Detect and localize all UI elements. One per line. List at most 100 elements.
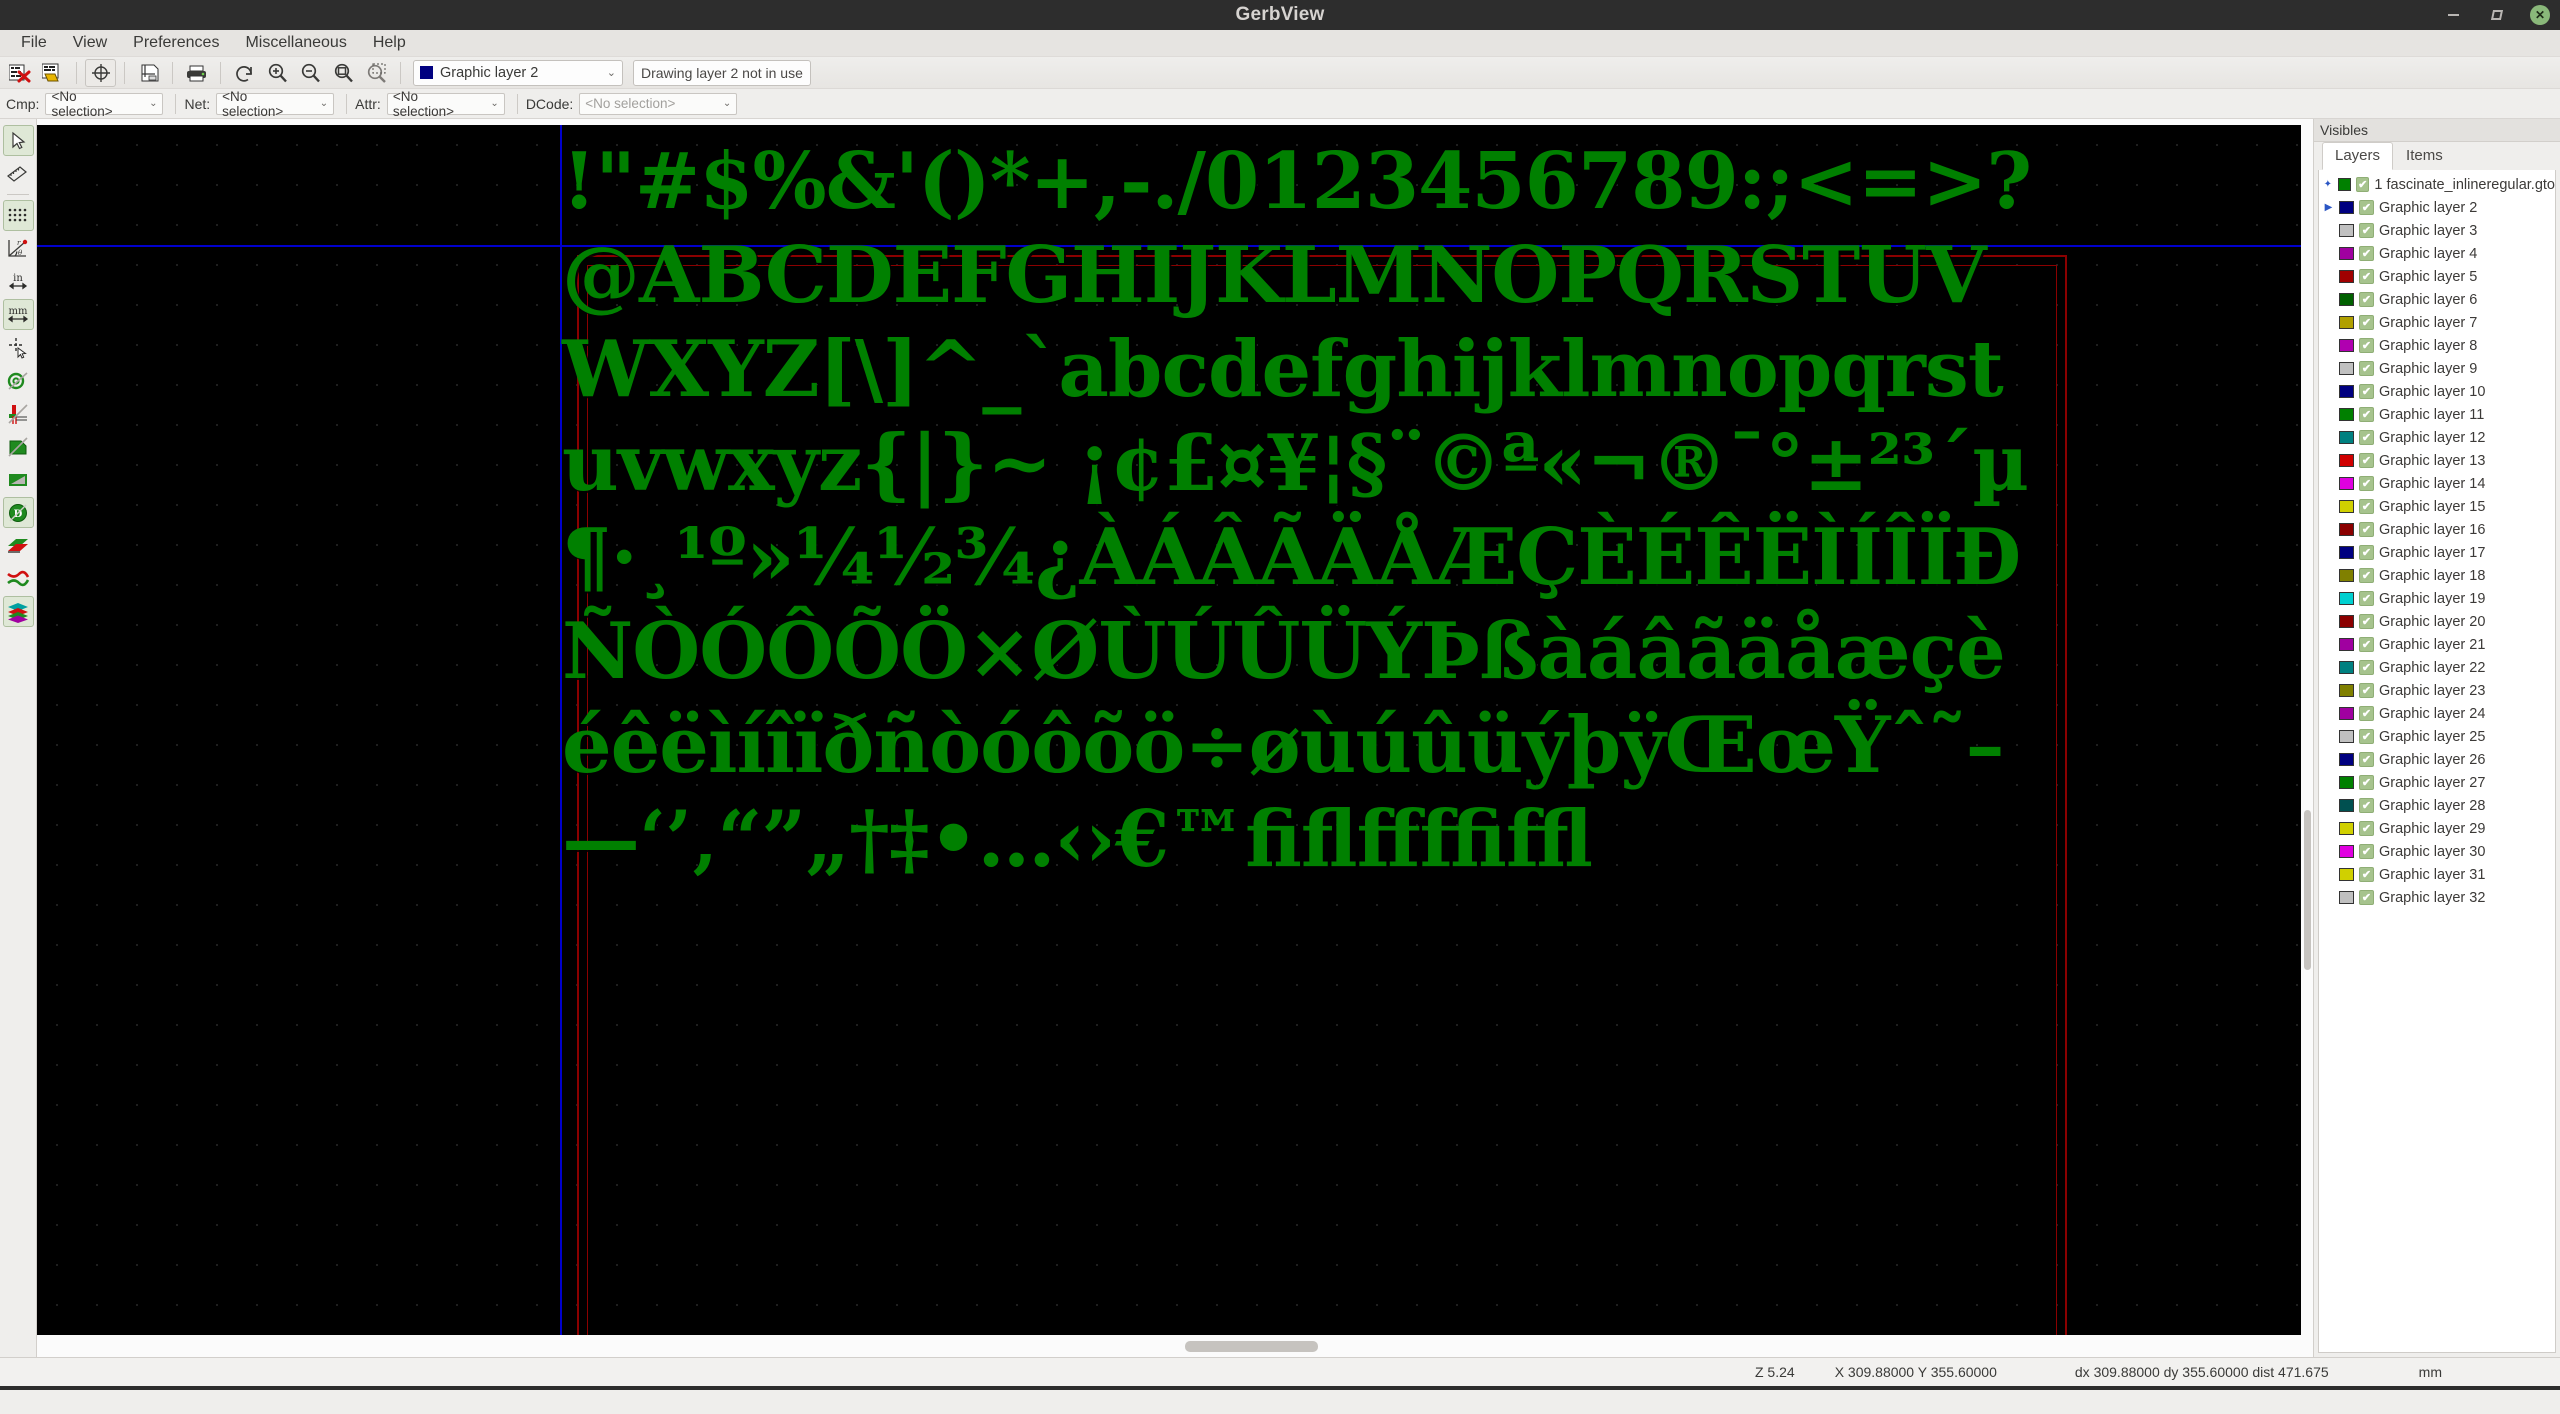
negative-objects-icon[interactable] — [3, 464, 34, 495]
layer-visibility-checkbox[interactable]: ✔ — [2359, 269, 2374, 284]
layer-row[interactable]: ✔ Graphic layer 4 — [2319, 242, 2555, 265]
layer-row[interactable]: ✔ Graphic layer 10 — [2319, 380, 2555, 403]
layers-list[interactable]: ✦ ✔ 1 fascinate_inlineregular.gto ▶ ✔ Graphic… — [2318, 170, 2556, 1353]
layer-color-swatch[interactable] — [2339, 845, 2354, 858]
canvas-horizontal-scrollbar[interactable] — [37, 1335, 2313, 1357]
layers-manager-icon[interactable] — [2, 596, 34, 627]
clear-layers-icon[interactable] — [4, 59, 35, 87]
layer-color-swatch[interactable] — [2339, 224, 2354, 237]
close-button[interactable]: ✕ — [2530, 5, 2550, 25]
layer-color-swatch[interactable] — [2339, 891, 2354, 904]
layer-color-swatch[interactable] — [2339, 362, 2354, 375]
menu-preferences[interactable]: Preferences — [120, 31, 232, 55]
layer-row[interactable]: ✔ Graphic layer 18 — [2319, 564, 2555, 587]
layer-row[interactable]: ✔ Graphic layer 29 — [2319, 817, 2555, 840]
layer-color-swatch[interactable] — [2337, 178, 2352, 191]
layer-visibility-checkbox[interactable]: ✔ — [2359, 545, 2374, 560]
layer-visibility-checkbox[interactable]: ✔ — [2359, 568, 2374, 583]
layer-row[interactable]: ✔ Graphic layer 32 — [2319, 886, 2555, 909]
layer-color-swatch[interactable] — [2339, 431, 2354, 444]
layer-visibility-checkbox[interactable]: ✔ — [2359, 591, 2374, 606]
layer-visibility-checkbox[interactable]: ✔ — [2359, 246, 2374, 261]
layer-visibility-checkbox[interactable]: ✔ — [2359, 430, 2374, 445]
layer-row[interactable]: ✦ ✔ 1 fascinate_inlineregular.gto — [2319, 173, 2555, 196]
layer-visibility-checkbox[interactable]: ✔ — [2359, 706, 2374, 721]
layer-color-swatch[interactable] — [2339, 500, 2354, 513]
layer-visibility-checkbox[interactable]: ✔ — [2359, 752, 2374, 767]
menu-help[interactable]: Help — [360, 31, 419, 55]
refresh-view-icon[interactable] — [85, 58, 116, 87]
layer-visibility-checkbox[interactable]: ✔ — [2359, 200, 2374, 215]
layer-color-swatch[interactable] — [2339, 822, 2354, 835]
layer-visibility-checkbox[interactable]: ✔ — [2359, 890, 2374, 905]
page-settings-icon[interactable] — [133, 59, 164, 87]
layer-color-swatch[interactable] — [2339, 753, 2354, 766]
layer-color-swatch[interactable] — [2339, 638, 2354, 651]
attr-select[interactable]: <No selection> ⌄ — [386, 89, 505, 119]
layer-visibility-checkbox[interactable]: ✔ — [2359, 407, 2374, 422]
tab-layers[interactable]: Layers — [2322, 142, 2394, 170]
layer-visibility-checkbox[interactable]: ✔ — [2359, 683, 2374, 698]
layer-row[interactable]: ✔ Graphic layer 13 — [2319, 449, 2555, 472]
layer-color-swatch[interactable] — [2339, 247, 2354, 260]
layer-row[interactable]: ✔ Graphic layer 30 — [2319, 840, 2555, 863]
layer-visibility-checkbox[interactable]: ✔ — [2359, 384, 2374, 399]
layer-row[interactable]: ▶ ✔ Graphic layer 2 — [2319, 196, 2555, 219]
layer-color-swatch[interactable] — [2339, 477, 2354, 490]
layer-visibility-checkbox[interactable]: ✔ — [2359, 775, 2374, 790]
layer-row[interactable]: ✔ Graphic layer 20 — [2319, 610, 2555, 633]
layer-color-swatch[interactable] — [2339, 523, 2354, 536]
layer-visibility-checkbox[interactable]: ✔ — [2359, 821, 2374, 836]
layer-row[interactable]: ✔ Graphic layer 25 — [2319, 725, 2555, 748]
zoom-out-icon[interactable] — [295, 59, 326, 87]
layer-row[interactable]: ✔ Graphic layer 5 — [2319, 265, 2555, 288]
canvas-vertical-scrollbar[interactable] — [2301, 125, 2313, 1357]
layer-row[interactable]: ✔ Graphic layer 26 — [2319, 748, 2555, 771]
layer-color-swatch[interactable] — [2339, 270, 2354, 283]
layer-color-swatch[interactable] — [2339, 546, 2354, 559]
tab-items[interactable]: Items — [2393, 142, 2456, 170]
layer-color-swatch[interactable] — [2339, 316, 2354, 329]
layer-row[interactable]: ✔ Graphic layer 17 — [2319, 541, 2555, 564]
layer-visibility-checkbox[interactable]: ✔ — [2359, 844, 2374, 859]
layer-row[interactable]: ✔ Graphic layer 9 — [2319, 357, 2555, 380]
minimize-button[interactable] — [2442, 4, 2464, 26]
layer-row[interactable]: ✔ Graphic layer 3 — [2319, 219, 2555, 242]
menu-view[interactable]: View — [60, 31, 120, 55]
layer-color-swatch[interactable] — [2339, 569, 2354, 582]
layer-visibility-checkbox[interactable]: ✔ — [2359, 292, 2374, 307]
layer-row[interactable]: ✔ Graphic layer 15 — [2319, 495, 2555, 518]
toggle-grid-icon[interactable] — [2, 200, 34, 231]
layer-visibility-checkbox[interactable]: ✔ — [2356, 177, 2370, 192]
show-tracks-sketch-icon[interactable] — [3, 398, 34, 429]
layer-visibility-checkbox[interactable]: ✔ — [2359, 637, 2374, 652]
layer-color-swatch[interactable] — [2339, 592, 2354, 605]
layer-row[interactable]: ✔ Graphic layer 7 — [2319, 311, 2555, 334]
layer-color-swatch[interactable] — [2339, 385, 2354, 398]
active-layer-select[interactable]: Graphic layer 2 ⌄ — [413, 59, 623, 86]
layer-row[interactable]: ✔ Graphic layer 6 — [2319, 288, 2555, 311]
layer-color-swatch[interactable] — [2339, 454, 2354, 467]
layer-row[interactable]: ✔ Graphic layer 23 — [2319, 679, 2555, 702]
layer-row[interactable]: ✔ Graphic layer 14 — [2319, 472, 2555, 495]
zoom-area-icon[interactable] — [361, 59, 392, 87]
horizontal-scroll-thumb[interactable] — [1185, 1341, 1318, 1352]
layer-row[interactable]: ✔ Graphic layer 16 — [2319, 518, 2555, 541]
layer-visibility-checkbox[interactable]: ✔ — [2359, 338, 2374, 353]
layer-row[interactable]: ✔ Graphic layer 31 — [2319, 863, 2555, 886]
layer-color-swatch[interactable] — [2339, 707, 2354, 720]
open-gerber-file-icon[interactable] — [37, 59, 68, 87]
show-polygons-sketch-icon[interactable] — [3, 431, 34, 462]
layer-color-swatch[interactable] — [2339, 661, 2354, 674]
layer-color-swatch[interactable] — [2339, 293, 2354, 306]
select-tool-icon[interactable] — [2, 125, 34, 156]
menu-file[interactable]: File — [8, 31, 60, 55]
layer-row[interactable]: ✔ Graphic layer 21 — [2319, 633, 2555, 656]
layer-row[interactable]: ✔ Graphic layer 12 — [2319, 426, 2555, 449]
print-icon[interactable] — [181, 59, 212, 87]
layer-color-swatch[interactable] — [2339, 799, 2354, 812]
zoom-in-icon[interactable] — [262, 59, 293, 87]
layer-color-swatch[interactable] — [2339, 615, 2354, 628]
layer-row[interactable]: ✔ Graphic layer 22 — [2319, 656, 2555, 679]
layer-color-swatch[interactable] — [2339, 776, 2354, 789]
